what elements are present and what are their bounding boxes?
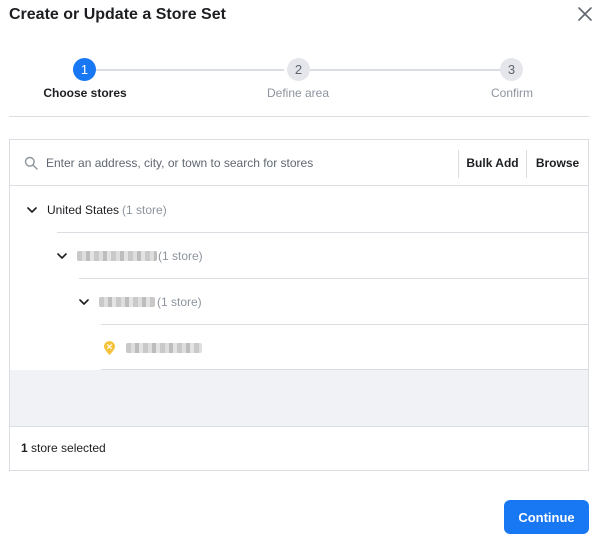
- step-connector: [96, 69, 284, 71]
- chevron-down-icon[interactable]: [79, 297, 89, 307]
- empty-tree-area: [10, 370, 588, 426]
- region-name-redacted: [77, 251, 157, 261]
- store-picker-panel: Bulk Add Browse United States (1 store) …: [9, 139, 589, 471]
- chevron-down-icon[interactable]: [57, 251, 67, 261]
- step-3-indicator: 3: [500, 58, 523, 81]
- region-store-count: (1 store): [158, 249, 203, 263]
- city-name-redacted: [99, 297, 155, 307]
- header-divider: [9, 116, 589, 117]
- dialog-title: Create or Update a Store Set: [9, 6, 226, 23]
- tree-item-region[interactable]: (1 store): [57, 233, 203, 279]
- country-store-count: (1 store): [122, 203, 167, 217]
- selected-count-label: store selected: [27, 441, 106, 455]
- stepper: 1 2 3 Choose stores Define area Confirm: [0, 58, 600, 104]
- step-2-indicator: 2: [287, 58, 310, 81]
- city-store-count: (1 store): [157, 295, 202, 309]
- step-1-label: Choose stores: [43, 86, 127, 100]
- continue-button[interactable]: Continue: [504, 500, 589, 534]
- browse-button[interactable]: Browse: [527, 140, 588, 186]
- selected-count-number: 1: [21, 441, 28, 455]
- country-name: United States: [47, 203, 120, 217]
- store-search-input[interactable]: [46, 148, 456, 178]
- tree-item-store[interactable]: [103, 325, 202, 371]
- tree-item-country[interactable]: United States (1 store): [27, 187, 167, 233]
- selected-store-count: 1 store selected: [21, 441, 106, 455]
- step-2-label: Define area: [266, 86, 330, 100]
- step-connector: [310, 69, 500, 71]
- bulk-add-button[interactable]: Bulk Add: [459, 140, 526, 186]
- search-icon: [24, 156, 38, 170]
- chevron-down-icon[interactable]: [27, 205, 37, 215]
- panel-footer-divider: [10, 426, 588, 427]
- close-icon[interactable]: [577, 6, 593, 22]
- search-bar: Bulk Add Browse: [10, 140, 588, 186]
- step-1-indicator: 1: [73, 58, 96, 81]
- store-address-redacted: [126, 343, 202, 353]
- step-3-label: Confirm: [490, 86, 534, 100]
- store-pin-icon: [103, 340, 116, 355]
- tree-item-city[interactable]: (1 store): [79, 279, 202, 325]
